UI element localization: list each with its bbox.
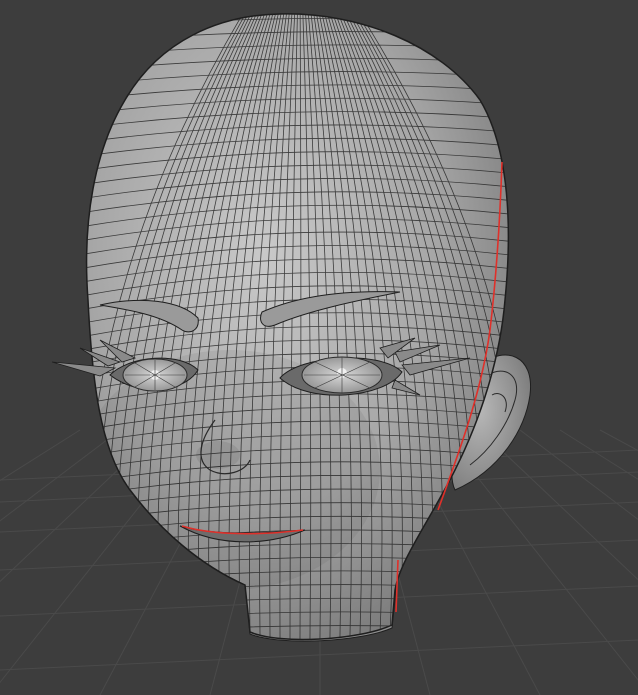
3d-viewport[interactable] bbox=[0, 0, 638, 695]
grid-line bbox=[0, 639, 638, 671]
viewport-canvas[interactable] bbox=[0, 0, 638, 695]
grid-line bbox=[479, 429, 638, 581]
grid-line bbox=[0, 429, 121, 522]
head-mesh[interactable] bbox=[60, 10, 540, 660]
